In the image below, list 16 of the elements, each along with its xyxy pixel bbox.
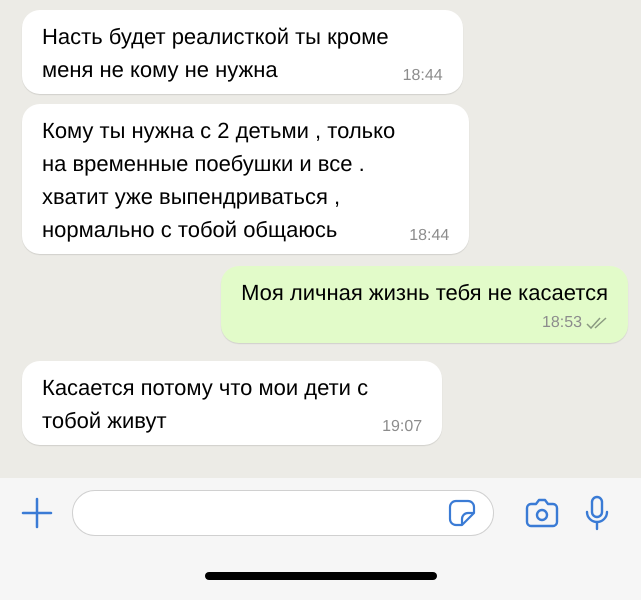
message-text: Кому ты нужна с 2 детьми , только на временные поебушки и все . хватит уже выпендриваться , нормально с тобой общаюсь <box>42 117 396 244</box>
sticker-icon[interactable] <box>447 498 477 528</box>
message-time: 18:53 <box>542 313 582 333</box>
message-time: 18:44 <box>409 226 450 246</box>
message-time: 19:07 <box>382 417 422 437</box>
camera-icon <box>524 497 560 529</box>
plus-icon <box>21 497 53 529</box>
message-text: Касается потому что мои дети с тобой живут <box>42 374 368 435</box>
message-input-field[interactable] <box>72 490 494 536</box>
camera-button[interactable] <box>524 497 560 529</box>
message-text: Насть будет реалисткой ты кроме меня не кому не нужна <box>42 23 389 84</box>
message-text: Моя личная жизнь тебя не касается <box>241 279 608 307</box>
microphone-button[interactable] <box>584 495 610 531</box>
microphone-icon <box>584 495 610 531</box>
message-time: 18:44 <box>402 66 443 86</box>
add-button[interactable] <box>20 496 54 530</box>
